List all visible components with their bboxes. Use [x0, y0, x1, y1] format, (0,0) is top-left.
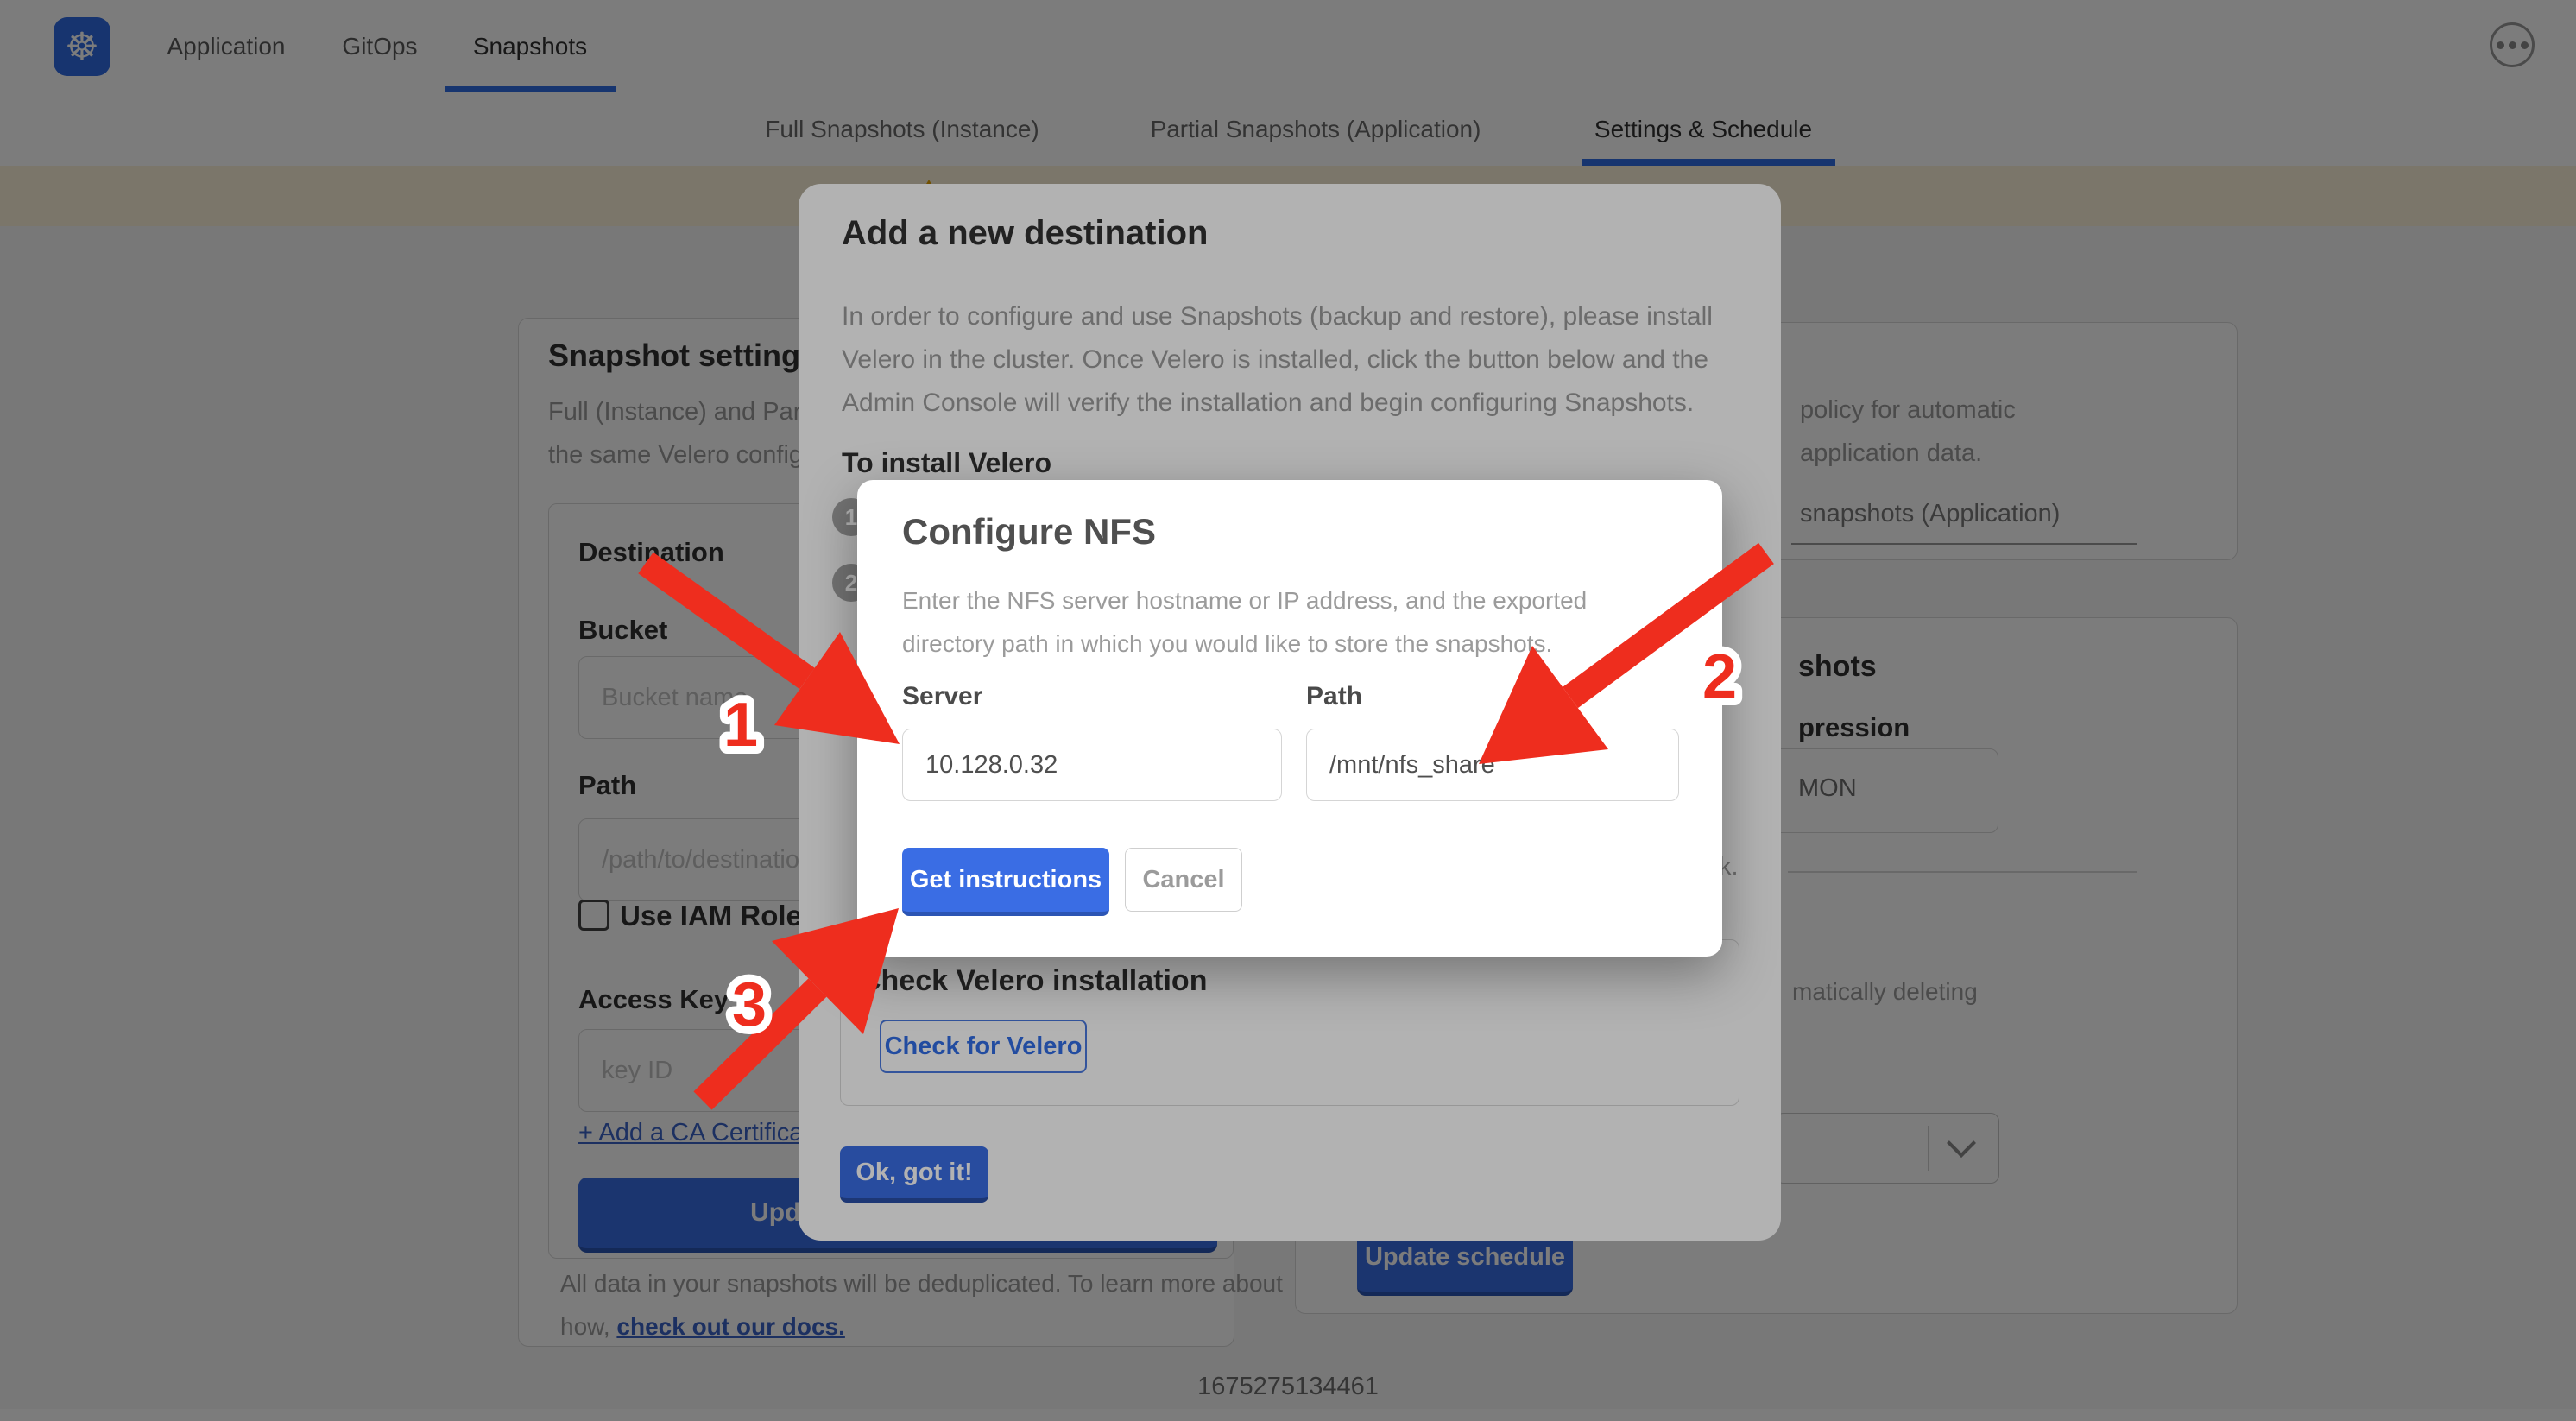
configure-nfs-modal: Configure NFS Enter the NFS server hostn…: [857, 480, 1722, 957]
server-label: Server: [902, 682, 982, 711]
get-instructions-button[interactable]: Get instructions: [902, 848, 1109, 916]
nfs-description-line1: Enter the NFS server hostname or IP addr…: [902, 587, 1587, 615]
nfs-path-input[interactable]: [1306, 729, 1679, 801]
nfs-path-label: Path: [1306, 682, 1362, 711]
cancel-button[interactable]: Cancel: [1125, 848, 1242, 912]
nfs-description-line2: directory path in which you would like t…: [902, 630, 1552, 658]
configure-nfs-title: Configure NFS: [902, 511, 1156, 553]
server-input[interactable]: [902, 729, 1282, 801]
admin-console-page: ☸ Application GitOps Snapshots Full Snap…: [0, 0, 2576, 1421]
